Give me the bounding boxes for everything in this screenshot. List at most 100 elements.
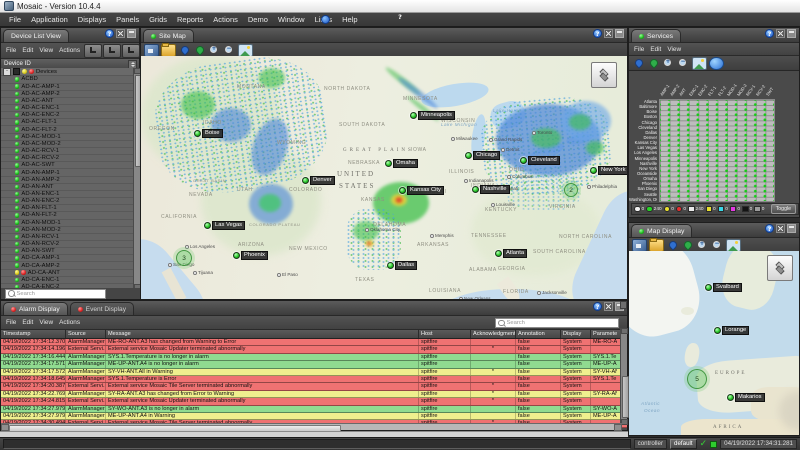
expand-branch-button[interactable]: [84, 43, 103, 58]
zoom-out-icon[interactable]: [711, 240, 724, 251]
scroll-right-arrow[interactable]: [614, 424, 622, 431]
table-row[interactable]: 04/19/2022 17:34:16.444 AlarmManager SYS…: [1, 353, 627, 362]
zoom-in-icon[interactable]: [696, 240, 709, 251]
marker-boise[interactable]: Boise: [194, 129, 223, 138]
device-row[interactable]: AD-AN-ENC-1: [1, 191, 133, 199]
help-icon[interactable]: [765, 224, 774, 233]
device-menu-actions[interactable]: Actions: [56, 47, 83, 54]
device-row[interactable]: AD-AC-FLT-2: [1, 126, 133, 134]
device-row[interactable]: AD-AN-FLT-2: [1, 212, 133, 220]
device-row[interactable]: AD-CA-AMP-2: [1, 262, 133, 270]
services-menu-view[interactable]: View: [664, 46, 684, 53]
alarm-scrollbar[interactable]: [620, 328, 629, 425]
marker-minneapolis[interactable]: Minneapolis: [410, 111, 455, 120]
column-config-button[interactable]: [620, 301, 627, 309]
alarm-menu-edit[interactable]: Edit: [19, 319, 36, 326]
table-row[interactable]: 04/19/2022 17:34:27.979 AlarmManager ME-…: [1, 412, 627, 421]
column-header[interactable]: Timestamp: [1, 330, 66, 338]
marker-dallas[interactable]: Dallas: [387, 261, 418, 270]
device-row[interactable]: AD-AC-RCV-1: [1, 148, 133, 156]
device-row[interactable]: AD-AN-FLT-1: [1, 205, 133, 213]
device-row[interactable]: AD-AN-RCV-2: [1, 241, 133, 249]
services-menu-file[interactable]: File: [631, 46, 647, 53]
open-folder-icon[interactable]: [161, 42, 176, 57]
marker-denver[interactable]: Denver: [302, 176, 335, 185]
marker-las-vegas[interactable]: Las Vegas: [204, 221, 246, 230]
undock-icon[interactable]: [776, 224, 785, 233]
device-menu-edit[interactable]: Edit: [19, 47, 36, 54]
device-list-scrollbar[interactable]: [133, 68, 142, 290]
marker-kansas-city[interactable]: Kansas City: [399, 186, 444, 195]
table-row[interactable]: 04/19/2022 17:34:22.769 AlarmManager SY-…: [1, 390, 627, 399]
status-profile[interactable]: default: [670, 439, 697, 449]
column-header[interactable]: Source: [66, 330, 106, 338]
scroll-down-arrow[interactable]: [621, 419, 628, 425]
zoom-in-icon[interactable]: [662, 58, 675, 69]
europe-map-canvas[interactable]: EUROPE AFRICA Atlantic Ocean Svalbard Lora…: [629, 251, 799, 435]
device-row[interactable]: AD-AC-AMP-1: [1, 84, 133, 91]
alarm-horizontal-scrollbar[interactable]: [1, 423, 622, 432]
device-row[interactable]: AD-AC-MOD-1: [1, 134, 133, 141]
column-header[interactable]: Display: [561, 330, 591, 338]
alarm-menu-file[interactable]: File: [3, 319, 19, 326]
toggle-button[interactable]: Toggle: [770, 204, 796, 214]
device-search-input[interactable]: [16, 290, 103, 297]
collapse-expander-icon[interactable]: [3, 68, 11, 76]
layers-button[interactable]: [591, 62, 617, 88]
marker-omaha[interactable]: Omaha: [385, 159, 419, 168]
device-row[interactable]: AD-AN-SWT: [1, 248, 133, 256]
map-display-tab[interactable]: Map Display: [631, 224, 693, 237]
tab-alarm-display[interactable]: Alarm Display: [3, 302, 68, 315]
device-menu-view[interactable]: View: [36, 47, 56, 54]
site-map-tab[interactable]: Site Map: [143, 29, 194, 42]
window-icon[interactable]: [615, 29, 624, 38]
scroll-up-arrow[interactable]: [621, 328, 628, 334]
undock-icon[interactable]: [604, 29, 613, 38]
save-icon[interactable]: [144, 43, 159, 57]
snapshot-icon[interactable]: [238, 43, 253, 57]
edit-markers-icon[interactable]: [193, 45, 206, 56]
device-row[interactable]: AD-AC-ANT: [1, 98, 133, 106]
services-tab[interactable]: Services: [631, 29, 682, 42]
device-row[interactable]: AD-AC-ENC-1: [1, 105, 133, 113]
cluster-los-angeles[interactable]: 3: [176, 250, 192, 266]
marker-lorange[interactable]: Lorange: [714, 326, 750, 335]
marker-makarios[interactable]: Makarios: [727, 393, 765, 402]
snapshot-icon[interactable]: [692, 56, 707, 70]
zoom-out-icon[interactable]: [677, 58, 690, 69]
edit-markers-icon[interactable]: [681, 240, 694, 251]
column-header[interactable]: Parameter: [591, 330, 617, 338]
undock-icon[interactable]: [776, 29, 785, 38]
device-row[interactable]: AD-AC-FLT-1: [1, 119, 133, 127]
alarm-menu-actions[interactable]: Actions: [56, 319, 83, 326]
cluster-europe[interactable]: 5: [687, 369, 707, 389]
device-row[interactable]: AD-CA-AMP-1: [1, 255, 133, 263]
device-row[interactable]: AD-CA-ANT: [1, 270, 133, 277]
device-row[interactable]: AD-AC-ENC-2: [1, 112, 133, 120]
table-row[interactable]: 04/19/2022 17:34:20.387 External Servi..…: [1, 383, 627, 391]
marker-nashville[interactable]: Nashville: [472, 185, 510, 194]
device-row[interactable]: AD-AN-AMP-1: [1, 169, 133, 177]
table-row[interactable]: 04/19/2022 17:34:17.571 AlarmManager ME-…: [1, 361, 627, 369]
help-icon[interactable]: [765, 29, 774, 38]
device-row[interactable]: AD-AC-RCV-2: [1, 155, 133, 163]
help-icon[interactable]: [593, 29, 602, 38]
marker-new-york[interactable]: New York: [590, 166, 627, 175]
window-icon[interactable]: [127, 29, 136, 38]
marker-svalbard[interactable]: Svalbard: [705, 283, 742, 292]
zoom-out-icon[interactable]: [223, 45, 236, 56]
services-status-grid[interactable]: [659, 99, 775, 202]
layers-button[interactable]: [767, 255, 793, 281]
marker-atlanta[interactable]: Atlanta: [495, 249, 528, 258]
table-row[interactable]: 04/19/2022 17:34:17.572 AlarmManager SY-…: [1, 368, 627, 376]
device-row[interactable]: AD-AN-ANT: [1, 184, 133, 191]
cluster-washington[interactable]: 2: [564, 183, 578, 197]
column-header[interactable]: Host: [419, 330, 471, 338]
alarm-search-input[interactable]: [506, 320, 616, 326]
window-icon[interactable]: [787, 224, 796, 233]
device-row[interactable]: AD-AN-AMP-2: [1, 177, 133, 184]
column-header[interactable]: Annotation: [516, 330, 561, 338]
device-root-row[interactable]: Devices: [1, 68, 133, 77]
table-row[interactable]: 04/19/2022 17:34:12.370 AlarmManager ME-…: [1, 339, 627, 347]
device-search-box[interactable]: [5, 288, 106, 299]
